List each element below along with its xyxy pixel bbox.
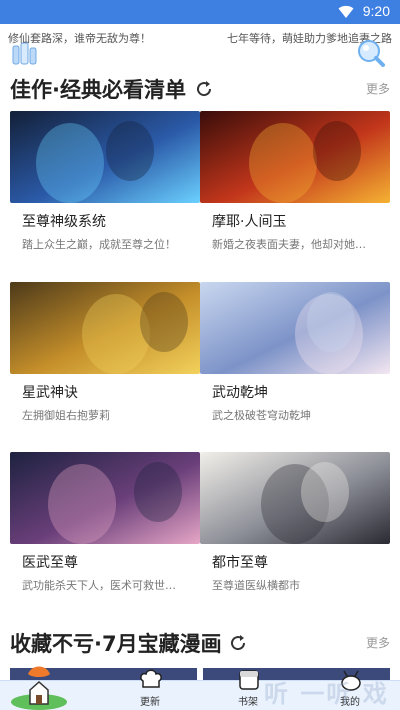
- comic-title[interactable]: 医武至尊: [10, 552, 200, 572]
- comic-cover-image[interactable]: [200, 452, 390, 544]
- comic-description: 至尊道医纵横都市: [212, 579, 300, 592]
- nav-updates[interactable]: 更新: [110, 669, 190, 710]
- section-title: 收藏不亏·7月宝藏漫画: [10, 632, 222, 656]
- section-header-treasure: 收藏不亏·7月宝藏漫画 更多: [0, 622, 400, 662]
- comic-cover-image[interactable]: [200, 111, 390, 203]
- comic-description: 踏上众生之巅，成就至尊之位！: [22, 238, 176, 251]
- comic-description: 新婚之夜表面夫妻，他却对她…: [212, 238, 366, 251]
- comic-title[interactable]: 武动乾坤: [200, 382, 390, 402]
- comic-description: 武功能杀天下人，医术可救世…: [22, 579, 176, 592]
- status-bar: 9:20: [0, 0, 400, 24]
- comic-card[interactable]: 星武神诀左拥御姐右抱萝莉: [10, 282, 200, 423]
- nav-label: 更新: [140, 697, 160, 708]
- comic-cover-image[interactable]: [10, 452, 200, 544]
- bookshelf-icon[interactable]: [12, 42, 38, 66]
- more-link[interactable]: 更多: [366, 80, 390, 97]
- section-title: 佳作·经典必看清单: [10, 78, 186, 102]
- more-link[interactable]: 更多: [366, 634, 390, 651]
- comic-title[interactable]: 摩耶·人间玉: [200, 211, 390, 231]
- comic-description: 左拥御姐右抱萝莉: [22, 409, 110, 422]
- comic-cover-image[interactable]: [10, 282, 200, 374]
- status-time: 9:20: [362, 3, 390, 19]
- refresh-icon[interactable]: [228, 633, 248, 653]
- section-header-classics: 佳作·经典必看清单 更多: [0, 68, 400, 108]
- comic-cover-image[interactable]: [200, 282, 390, 374]
- watermark: 听 一听 戏: [264, 680, 389, 708]
- comic-title[interactable]: 都市至尊: [200, 552, 390, 572]
- refresh-icon[interactable]: [194, 79, 214, 99]
- comic-card[interactable]: 医武至尊武功能杀天下人，医术可救世…: [10, 452, 200, 593]
- comic-card[interactable]: 都市至尊至尊道医纵横都市: [200, 452, 390, 593]
- comic-card[interactable]: 武动乾坤武之极破苍穹动乾坤: [200, 282, 390, 423]
- comic-description: 武之极破苍穹动乾坤: [212, 409, 311, 422]
- comic-title[interactable]: 星武神诀: [10, 382, 200, 402]
- comic-cover-image[interactable]: [10, 111, 200, 203]
- wifi-icon: [338, 5, 354, 18]
- comic-card[interactable]: 至尊神级系统踏上众生之巅，成就至尊之位！: [10, 111, 200, 252]
- home-house-icon[interactable]: [10, 660, 68, 710]
- comic-card[interactable]: 摩耶·人间玉新婚之夜表面夫妻，他却对她…: [200, 111, 390, 252]
- comic-title[interactable]: 至尊神级系统: [10, 211, 200, 231]
- top-bar: 修仙套路深，谁帝无敌为尊！ 七年等待，萌娃助力爹地追妻之路: [0, 24, 400, 70]
- chef-hat-icon: [140, 669, 162, 688]
- search-icon[interactable]: [356, 38, 386, 68]
